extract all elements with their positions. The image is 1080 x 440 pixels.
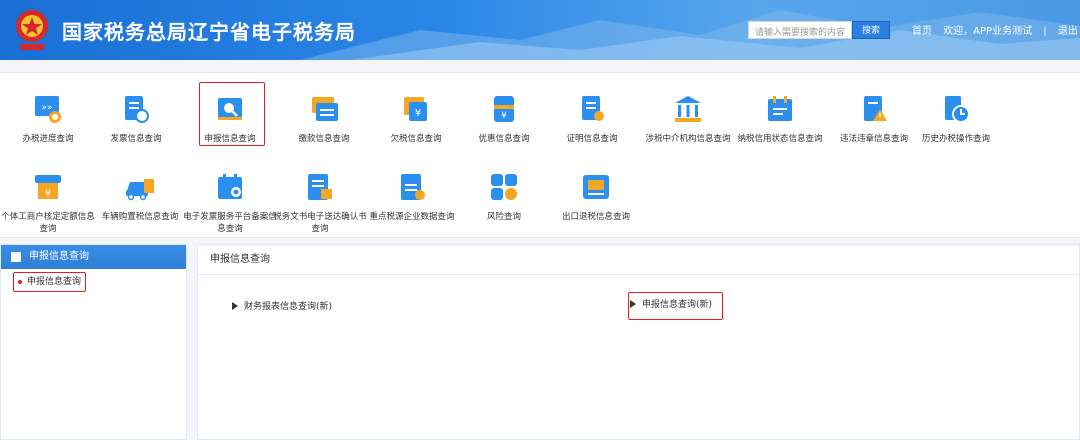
- svg-text:¥: ¥: [501, 111, 507, 121]
- payment-icon: [312, 97, 338, 121]
- sidebar-item-declaration[interactable]: 申报信息查询: [13, 272, 86, 292]
- query-category-panel: »» 办税进度查询 发票信息查询 申报信息查询 缴款信息查询 ¥ 欠税信息查询 …: [0, 72, 1080, 238]
- violation-icon: [864, 96, 887, 121]
- category-payment[interactable]: 缴款信息查询: [276, 93, 372, 145]
- category-key-source[interactable]: 重点税源企业数据查询: [364, 171, 460, 223]
- main-title: 申报信息查询: [198, 245, 1079, 275]
- category-invoice[interactable]: 发票信息查询: [88, 93, 184, 145]
- sidebar-header: 申报信息查询: [1, 245, 186, 269]
- category-e-invoice[interactable]: 电子发票服务平台备案信息查询: [182, 171, 278, 235]
- category-label: 办税进度查询: [22, 134, 74, 144]
- category-vehicle[interactable]: 车辆购置税信息查询: [92, 171, 188, 223]
- category-label: 证明信息查询: [566, 134, 618, 144]
- category-label: 涉税中介机构信息查询: [645, 134, 731, 144]
- search-input[interactable]: 请输入需要搜索的内容: [748, 21, 852, 39]
- category-label: 电子发票服务平台备案信息查询: [183, 212, 277, 234]
- category-risk[interactable]: 风险查询: [456, 171, 552, 223]
- progress-icon: »»: [35, 96, 61, 123]
- header-banner: 国家税务总局辽宁省电子税务局 请输入需要搜索的内容 搜索 首页 欢迎，APP业务…: [0, 0, 1080, 60]
- category-label: 个体工商户核定定额信息查询: [1, 212, 95, 234]
- category-certificate[interactable]: 证明信息查询: [544, 93, 640, 145]
- category-arrears[interactable]: ¥ 欠税信息查询: [368, 93, 464, 145]
- category-label: 风险查询: [486, 212, 521, 222]
- category-export-rebate[interactable]: 出口退税信息查询: [548, 171, 644, 223]
- e-invoice-icon: [218, 174, 242, 199]
- arrears-icon: ¥: [404, 97, 427, 121]
- svg-text:¥: ¥: [45, 189, 51, 199]
- selected-link-highlight: [628, 292, 723, 320]
- vehicle-icon: [126, 179, 154, 201]
- category-label: 纳税信用状态信息查询: [737, 134, 823, 144]
- category-merchant[interactable]: ¥ 个体工商户核定定额信息查询: [0, 171, 96, 235]
- selected-category-highlight: [199, 82, 265, 146]
- svg-text:»»: »»: [41, 103, 52, 113]
- certificate-icon: [582, 96, 604, 121]
- document-icon: [308, 174, 332, 200]
- category-history[interactable]: 历史办税操作查询: [908, 93, 1004, 145]
- risk-icon: [491, 174, 517, 200]
- left-sidebar: 申报信息查询 申报信息查询: [0, 244, 187, 440]
- divider: |: [1043, 26, 1047, 37]
- site-title: 国家税务总局辽宁省电子税务局: [62, 20, 356, 44]
- agency-icon: [675, 96, 701, 122]
- category-label: 欠税信息查询: [390, 134, 442, 144]
- document-icon: [11, 252, 21, 262]
- discount-icon: ¥: [494, 96, 514, 122]
- category-label: 缴款信息查询: [298, 134, 350, 144]
- category-label: 重点税源企业数据查询: [369, 212, 455, 222]
- tax-emblem-icon: [16, 10, 48, 50]
- category-label: 出口退税信息查询: [561, 212, 630, 222]
- link-label: 财务报表信息查询(新): [244, 302, 333, 312]
- search-button[interactable]: 搜索: [852, 21, 890, 39]
- svg-text:¥: ¥: [415, 108, 421, 119]
- category-discount[interactable]: ¥ 优惠信息查询: [456, 93, 552, 145]
- category-label: 车辆购置税信息查询: [101, 212, 179, 222]
- category-label: 发票信息查询: [110, 134, 162, 144]
- category-label: 历史办税操作查询: [921, 134, 990, 144]
- sidebar-item-highlight: [13, 272, 86, 292]
- export-rebate-icon: [583, 175, 609, 199]
- sidebar-title: 申报信息查询: [29, 251, 89, 262]
- category-label: 税务文书电子送达确认书查询: [273, 212, 367, 234]
- category-agency[interactable]: 涉税中介机构信息查询: [640, 93, 736, 145]
- category-credit[interactable]: 纳税信用状态信息查询: [732, 93, 828, 145]
- financial-report-query-link[interactable]: 财务报表信息查询(新): [232, 299, 332, 312]
- merchant-icon: ¥: [35, 175, 61, 199]
- home-link[interactable]: 首页: [912, 26, 932, 37]
- welcome-text: 欢迎，APP业务测试: [943, 26, 1033, 37]
- main-content: 申报信息查询 财务报表信息查询(新) 申报信息查询(新): [197, 244, 1080, 440]
- top-links: 首页 欢迎，APP业务测试 | 退出: [912, 22, 1080, 37]
- category-document[interactable]: 税务文书电子送达确认书查询: [272, 171, 368, 235]
- key-source-icon: [401, 174, 425, 200]
- history-icon: [945, 96, 970, 123]
- category-progress[interactable]: »» 办税进度查询: [0, 93, 96, 145]
- triangle-right-icon: [232, 302, 238, 310]
- invoice-icon: [125, 96, 149, 123]
- logout-link[interactable]: 退出: [1058, 26, 1078, 37]
- credit-icon: [768, 96, 792, 121]
- category-label: 优惠信息查询: [478, 134, 530, 144]
